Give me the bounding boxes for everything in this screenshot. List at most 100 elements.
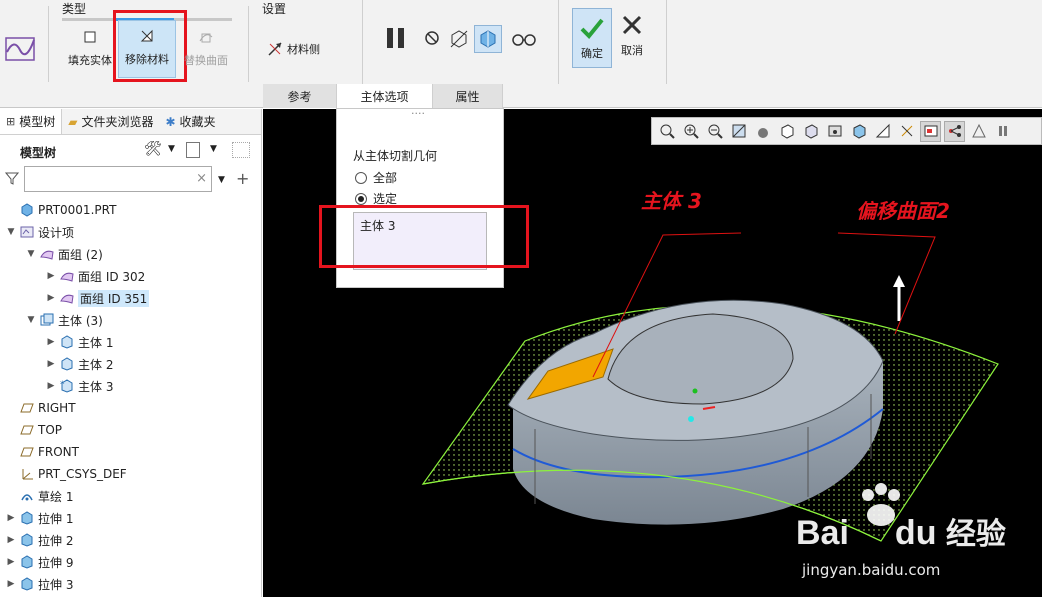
expand-right-icon[interactable]: ▶ (46, 359, 56, 369)
radio-all[interactable]: 全部 (355, 169, 397, 186)
settings-group-title: 设置 (262, 2, 287, 16)
tab-favorites[interactable]: ✱ 收藏夹 (159, 109, 221, 134)
body-new-icon: * (60, 379, 74, 393)
tree-item[interactable]: ▶ 主体 2 (46, 353, 113, 375)
tab-favorites-label: 收藏夹 (179, 115, 216, 129)
tree-item[interactable]: ▶ 拉伸 2 (6, 529, 73, 551)
expand-down-icon[interactable]: ▼ (26, 249, 36, 259)
watermark-du: du (894, 514, 937, 552)
expand-right-icon[interactable]: ▶ (6, 579, 16, 589)
tree-item[interactable]: ▶ 主体 1 (46, 331, 113, 353)
expand-right-icon[interactable]: ▶ (46, 293, 56, 303)
body-group-icon (40, 313, 54, 327)
radio-unchecked-icon (355, 171, 367, 184)
cut-geometry-title: 从主体切割几何 (353, 149, 438, 163)
no-preview-button[interactable] (424, 30, 440, 49)
tree-item-label: 主体 (3) (58, 313, 103, 328)
add-filter-button[interactable]: + (236, 169, 249, 188)
favorites-icon: ✱ (165, 114, 176, 129)
tree-item[interactable]: ▶ 面组 ID 351 (46, 287, 150, 309)
body-icon (60, 357, 74, 371)
expand-right-icon[interactable]: ▶ (46, 271, 56, 281)
tree-item[interactable]: ▼ 面组 (2) (26, 243, 103, 265)
tree-item[interactable]: ▼ 主体 (3) (26, 309, 103, 331)
tree-item[interactable]: RIGHT (6, 397, 76, 419)
tree-item-label: 面组 ID 351 (78, 289, 150, 307)
check-geometry-button[interactable] (448, 28, 470, 53)
tree-item-label: 拉伸 1 (38, 511, 74, 526)
tree-item-label: RIGHT (38, 401, 76, 415)
extrude-icon (20, 577, 34, 591)
tree-item-label: PRT0001.PRT (38, 203, 117, 217)
pause-icon (387, 28, 404, 48)
filter-funnel-icon[interactable] (4, 171, 20, 188)
expand-right-icon[interactable]: ▶ (46, 381, 56, 391)
quilt-group-icon (40, 247, 54, 261)
navigator-tabs: ⊞ 模型树 ▰ 文件夹浏览器 ✱ 收藏夹 (0, 109, 261, 135)
tree-item-label: 主体 1 (78, 335, 114, 350)
part-icon (20, 203, 34, 217)
replace-surface-label: 替换曲面 (184, 54, 228, 67)
leader-offset (837, 232, 936, 335)
expand-down-icon[interactable]: ▼ (6, 227, 16, 237)
cancel-button[interactable]: 取消 (614, 14, 650, 68)
tree-item-label: 面组 (2) (58, 247, 103, 262)
expand-right-icon[interactable]: ▶ (6, 557, 16, 567)
dashboard-tabs: 参考 主体选项 属性 (263, 84, 503, 108)
tree-item[interactable]: ▶ 面组 ID 302 (46, 265, 146, 287)
tree-filter-icon[interactable] (232, 142, 250, 158)
tab-folder-browser[interactable]: ▰ 文件夹浏览器 (62, 109, 159, 134)
type-group-title: 类型 (62, 2, 87, 16)
expand-right-icon[interactable]: ▶ (6, 513, 16, 523)
ribbon: 类型 填充实体 移除材料 替换曲面 设置 材料侧 确定 取消 参考 主体选项 属… (0, 0, 1042, 108)
tree-item-label: FRONT (38, 445, 79, 459)
tree-columns-button[interactable] (186, 142, 200, 158)
tab-model-tree[interactable]: ⊞ 模型树 (0, 109, 63, 134)
feature-preview-button[interactable] (474, 25, 502, 53)
expand-down-icon[interactable]: ▼ (26, 315, 36, 325)
tree-item[interactable]: ▶ 拉伸 3 (6, 573, 73, 595)
ok-button[interactable]: 确定 (572, 8, 612, 68)
extrude-icon (20, 533, 34, 547)
cancel-label: 取消 (621, 44, 643, 57)
tab-body-options[interactable]: 主体选项 (337, 84, 433, 108)
search-dropdown[interactable]: ▼ (218, 175, 225, 185)
tab-references[interactable]: 参考 (263, 84, 337, 108)
tree-settings-dropdown[interactable]: ▼ (168, 144, 175, 154)
tree-item[interactable]: PRT0001.PRT (6, 199, 116, 221)
fill-solid-label: 填充实体 (68, 54, 112, 67)
tree-item[interactable]: 草绘 1 (6, 485, 73, 507)
replace-surface-icon (195, 26, 217, 48)
tree-item-label: 拉伸 3 (38, 577, 74, 592)
tree-item[interactable]: ▶ 拉伸 9 (6, 551, 73, 573)
panel-grip[interactable]: ···· (411, 107, 425, 120)
fill-solid-button[interactable]: 填充实体 (64, 26, 116, 68)
replace-surface-button[interactable]: 替换曲面 (180, 26, 232, 68)
tree-columns-dropdown[interactable]: ▼ (210, 144, 217, 154)
material-side-label: 材料侧 (287, 43, 320, 56)
search-clear-icon[interactable]: × (196, 171, 207, 186)
material-side-button[interactable]: 材料侧 (266, 40, 320, 58)
body-icon (60, 335, 74, 349)
quilt-icon (60, 291, 74, 305)
tab-properties[interactable]: 属性 (433, 84, 503, 108)
tree-item[interactable]: ▼ 设计项 (6, 221, 74, 243)
radio-all-label: 全部 (373, 171, 398, 185)
tree-item[interactable]: ▶ * 主体 3 (46, 375, 113, 397)
search-input[interactable]: × (24, 166, 212, 192)
watermark-b: Bai (796, 514, 849, 552)
tree-item-label: 主体 3 (78, 379, 114, 394)
tree-item[interactable]: TOP (6, 419, 62, 441)
expand-right-icon[interactable]: ▶ (46, 337, 56, 347)
pause-button[interactable] (384, 26, 408, 50)
separator (558, 0, 559, 84)
tree-settings-button[interactable]: 🛠 (144, 141, 162, 157)
verify-button[interactable] (510, 30, 538, 51)
tree-item[interactable]: FRONT (6, 441, 79, 463)
expand-right-icon[interactable]: ▶ (6, 535, 16, 545)
model-tree-icon: ⊞ (6, 115, 16, 128)
tree-item-label: 主体 2 (78, 357, 114, 372)
flip-arrow-icon (266, 40, 284, 58)
tree-item[interactable]: ▶ 拉伸 1 (6, 507, 73, 529)
tree-item[interactable]: PRT_CSYS_DEF (6, 463, 127, 485)
